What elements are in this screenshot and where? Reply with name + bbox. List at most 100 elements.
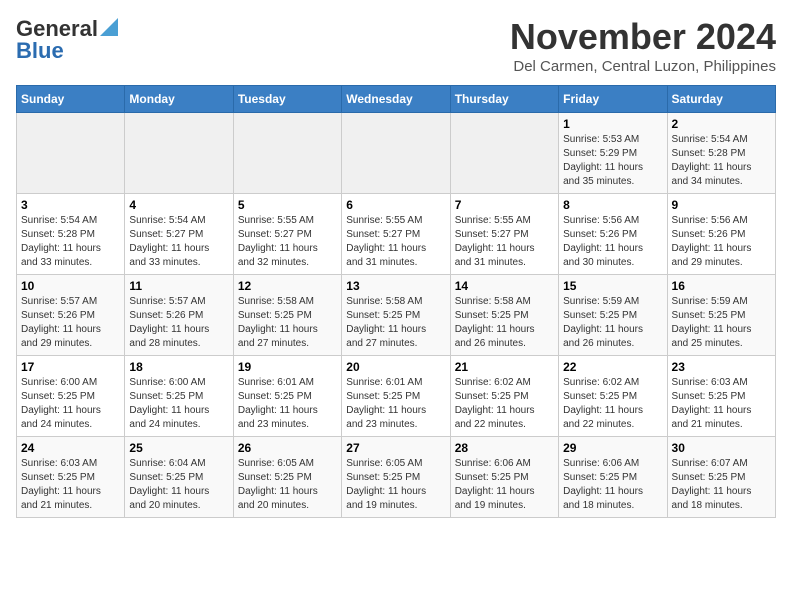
calendar-cell: 10Sunrise: 5:57 AMSunset: 5:26 PMDayligh… [17,275,125,356]
week-row-1: 1Sunrise: 5:53 AMSunset: 5:29 PMDaylight… [17,113,776,194]
calendar-cell: 17 Sunrise: 6:00 AMSunset: 5:25 PMDayligh… [17,356,125,437]
col-header-friday: Friday [559,86,667,113]
day-info: Sunrise: 5:58 AMSunset: 5:25 PMDaylight:… [346,295,445,351]
day-info: Sunrise: 6:01 AMSunset: 5:25 PMDaylight:… [346,376,445,432]
logo-blue-text: Blue [16,38,64,64]
day-info: Sunrise: 5:55 AMSunset: 5:27 PMDaylight:… [238,214,337,270]
week-row-5: 24 Sunrise: 6:03 AMSunset: 5:25 PMDayligh… [17,437,776,518]
day-number: 3 [21,198,120,212]
calendar-cell [450,113,558,194]
calendar-cell: 20 Sunrise: 6:01 AMSunset: 5:25 PMDayligh… [342,356,450,437]
calendar-cell: 25 Sunrise: 6:04 AMSunset: 5:25 PMDayligh… [125,437,233,518]
day-number: 5 [238,198,337,212]
day-info: Sunrise: 6:02 AMSunset: 5:25 PMDaylight:… [563,376,662,432]
col-header-wednesday: Wednesday [342,86,450,113]
calendar-cell: 11Sunrise: 5:57 AMSunset: 5:26 PMDayligh… [125,275,233,356]
day-info: Sunrise: 5:55 AMSunset: 5:27 PMDaylight:… [455,214,554,270]
day-info: Sunrise: 6:03 AMSunset: 5:25 PMDaylight:… [21,457,120,513]
day-number: 13 [346,279,445,293]
day-number: 26 [238,441,337,455]
day-number: 18 [129,360,228,374]
calendar-cell: 13 Sunrise: 5:58 AMSunset: 5:25 PMDayligh… [342,275,450,356]
day-number: 23 [672,360,771,374]
day-info: Sunrise: 5:54 AMSunset: 5:27 PMDaylight:… [129,214,228,270]
calendar-cell: 12 Sunrise: 5:58 AMSunset: 5:25 PMDayligh… [233,275,341,356]
calendar-cell: 7 Sunrise: 5:55 AMSunset: 5:27 PMDaylight… [450,194,558,275]
day-number: 29 [563,441,662,455]
day-info: Sunrise: 6:06 AMSunset: 5:25 PMDaylight:… [563,457,662,513]
day-info: Sunrise: 6:04 AMSunset: 5:25 PMDaylight:… [129,457,228,513]
day-info: Sunrise: 5:57 AMSunset: 5:26 PMDaylight:… [129,295,228,351]
week-row-2: 3Sunrise: 5:54 AMSunset: 5:28 PMDaylight… [17,194,776,275]
title-block: November 2024 Del Carmen, Central Luzon,… [510,16,776,75]
calendar-cell [342,113,450,194]
calendar-table: SundayMondayTuesdayWednesdayThursdayFrid… [16,85,776,518]
calendar-header: SundayMondayTuesdayWednesdayThursdayFrid… [17,86,776,113]
calendar-cell: 28 Sunrise: 6:06 AMSunset: 5:25 PMDayligh… [450,437,558,518]
day-info: Sunrise: 5:58 AMSunset: 5:25 PMDaylight:… [238,295,337,351]
page-header: General Blue November 2024 Del Carmen, C… [16,16,776,75]
calendar-cell: 27 Sunrise: 6:05 AMSunset: 5:25 PMDayligh… [342,437,450,518]
day-number: 2 [672,117,771,131]
day-number: 9 [672,198,771,212]
calendar-cell [125,113,233,194]
calendar-cell: 9 Sunrise: 5:56 AMSunset: 5:26 PMDaylight… [667,194,775,275]
day-info: Sunrise: 6:00 AMSunset: 5:25 PMDaylight:… [21,376,120,432]
day-info: Sunrise: 5:53 AMSunset: 5:29 PMDaylight:… [563,133,662,189]
calendar-cell: 2 Sunrise: 5:54 AMSunset: 5:28 PMDaylight… [667,113,775,194]
day-number: 6 [346,198,445,212]
calendar-cell: 22Sunrise: 6:02 AMSunset: 5:25 PMDayligh… [559,356,667,437]
day-info: Sunrise: 6:05 AMSunset: 5:25 PMDaylight:… [238,457,337,513]
day-info: Sunrise: 5:59 AMSunset: 5:25 PMDaylight:… [672,295,771,351]
day-number: 10 [21,279,120,293]
day-info: Sunrise: 6:02 AMSunset: 5:25 PMDaylight:… [455,376,554,432]
day-number: 12 [238,279,337,293]
day-number: 20 [346,360,445,374]
col-header-saturday: Saturday [667,86,775,113]
day-number: 28 [455,441,554,455]
day-info: Sunrise: 5:56 AMSunset: 5:26 PMDaylight:… [672,214,771,270]
day-info: Sunrise: 5:55 AMSunset: 5:27 PMDaylight:… [346,214,445,270]
calendar-cell: 29 Sunrise: 6:06 AMSunset: 5:25 PMDayligh… [559,437,667,518]
day-number: 24 [21,441,120,455]
day-number: 8 [563,198,662,212]
day-number: 4 [129,198,228,212]
col-header-thursday: Thursday [450,86,558,113]
day-number: 16 [672,279,771,293]
day-info: Sunrise: 6:05 AMSunset: 5:25 PMDaylight:… [346,457,445,513]
day-info: Sunrise: 5:56 AMSunset: 5:26 PMDaylight:… [563,214,662,270]
calendar-cell: 18 Sunrise: 6:00 AMSunset: 5:25 PMDayligh… [125,356,233,437]
week-row-4: 17 Sunrise: 6:00 AMSunset: 5:25 PMDayligh… [17,356,776,437]
calendar-cell [17,113,125,194]
day-number: 17 [21,360,120,374]
calendar-cell: 30Sunrise: 6:07 AMSunset: 5:25 PMDayligh… [667,437,775,518]
calendar-cell: 16 Sunrise: 5:59 AMSunset: 5:25 PMDayligh… [667,275,775,356]
day-info: Sunrise: 5:54 AMSunset: 5:28 PMDaylight:… [672,133,771,189]
calendar-cell: 23 Sunrise: 6:03 AMSunset: 5:25 PMDayligh… [667,356,775,437]
day-number: 21 [455,360,554,374]
day-info: Sunrise: 6:06 AMSunset: 5:25 PMDaylight:… [455,457,554,513]
day-info: Sunrise: 6:01 AMSunset: 5:25 PMDaylight:… [238,376,337,432]
calendar-cell: 19 Sunrise: 6:01 AMSunset: 5:25 PMDayligh… [233,356,341,437]
calendar-cell: 5 Sunrise: 5:55 AMSunset: 5:27 PMDaylight… [233,194,341,275]
day-number: 30 [672,441,771,455]
calendar-cell: 3Sunrise: 5:54 AMSunset: 5:28 PMDaylight… [17,194,125,275]
col-header-monday: Monday [125,86,233,113]
day-number: 19 [238,360,337,374]
logo: General Blue [16,16,118,64]
month-title: November 2024 [510,16,776,58]
day-info: Sunrise: 5:59 AMSunset: 5:25 PMDaylight:… [563,295,662,351]
day-info: Sunrise: 6:03 AMSunset: 5:25 PMDaylight:… [672,376,771,432]
day-info: Sunrise: 5:58 AMSunset: 5:25 PMDaylight:… [455,295,554,351]
col-header-tuesday: Tuesday [233,86,341,113]
day-info: Sunrise: 6:00 AMSunset: 5:25 PMDaylight:… [129,376,228,432]
calendar-cell [233,113,341,194]
calendar-cell: 6 Sunrise: 5:55 AMSunset: 5:27 PMDaylight… [342,194,450,275]
calendar-cell: 8 Sunrise: 5:56 AMSunset: 5:26 PMDaylight… [559,194,667,275]
calendar-cell: 15Sunrise: 5:59 AMSunset: 5:25 PMDayligh… [559,275,667,356]
day-number: 14 [455,279,554,293]
day-number: 25 [129,441,228,455]
calendar-cell: 14 Sunrise: 5:58 AMSunset: 5:25 PMDayligh… [450,275,558,356]
day-number: 27 [346,441,445,455]
day-number: 7 [455,198,554,212]
